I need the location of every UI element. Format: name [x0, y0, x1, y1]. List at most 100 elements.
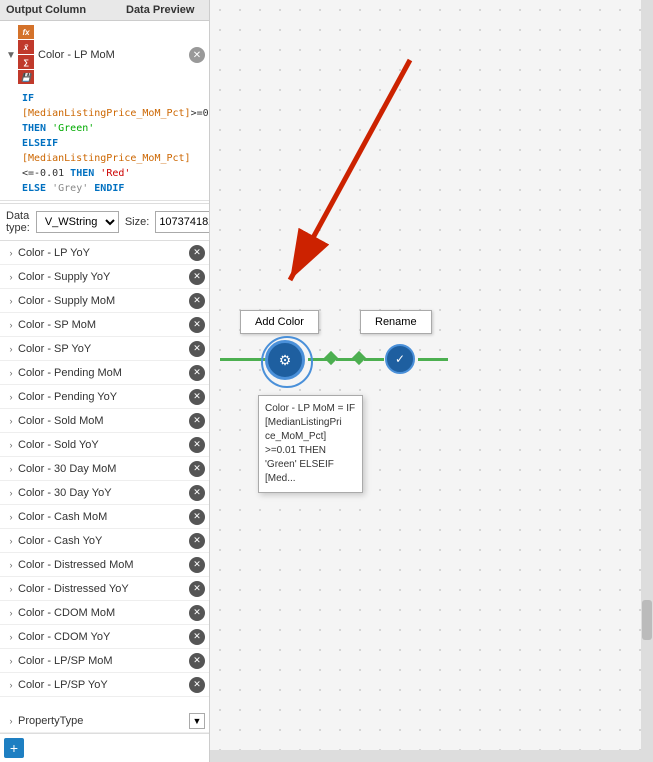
active-field-name: Color - LP MoM: [38, 49, 189, 61]
row-delete-icon[interactable]: ✕: [189, 389, 205, 405]
list-item[interactable]: › Color - CDOM MoM ✕: [0, 601, 209, 625]
list-item[interactable]: › Color - Distressed MoM ✕: [0, 553, 209, 577]
row-chevron-icon: ›: [4, 488, 18, 498]
bottom-scrollbar[interactable]: [210, 750, 641, 762]
list-item[interactable]: › Color - Sold MoM ✕: [0, 409, 209, 433]
list-item[interactable]: › Color - 30 Day YoY ✕: [0, 481, 209, 505]
row-label: Color - Cash YoY: [18, 535, 189, 547]
list-item[interactable]: › Color - SP MoM ✕: [0, 313, 209, 337]
active-row-header: ▼ fx x̄ ∑ 💾 Color - LP MoM ✕: [0, 23, 209, 87]
list-item[interactable]: › Color - SP YoY ✕: [0, 337, 209, 361]
formula-node-icon: ⚙: [279, 352, 292, 369]
list-item[interactable]: › Color - Pending YoY ✕: [0, 385, 209, 409]
list-item[interactable]: › Color - Supply YoY ✕: [0, 265, 209, 289]
row-delete-icon[interactable]: ✕: [189, 629, 205, 645]
list-container: › Color - LP YoY ✕ › Color - Supply YoY …: [0, 241, 209, 709]
row-delete-icon[interactable]: ✕: [189, 341, 205, 357]
row-delete-icon[interactable]: ✕: [189, 485, 205, 501]
scrollbar-thumb[interactable]: [642, 600, 652, 640]
canvas-grid: [210, 0, 653, 762]
row-delete-icon[interactable]: ✕: [189, 245, 205, 261]
row-label: Color - Pending YoY: [18, 391, 189, 403]
row-chevron-icon: ›: [4, 416, 18, 426]
row-label: Color - Distressed MoM: [18, 559, 189, 571]
row-delete-icon[interactable]: ✕: [189, 437, 205, 453]
data-preview-header: Data Preview: [126, 4, 203, 16]
connector-line-mid3: [364, 358, 384, 361]
row-label: Color - LP/SP MoM: [18, 655, 189, 667]
sigma-icon: ∑: [18, 55, 34, 69]
row-label: Color - 30 Day YoY: [18, 487, 189, 499]
list-item[interactable]: › Color - Distressed YoY ✕: [0, 577, 209, 601]
row-delete-icon[interactable]: ✕: [189, 413, 205, 429]
add-row: +: [0, 733, 209, 762]
row-delete-icon[interactable]: ✕: [189, 581, 205, 597]
connector-line-right: [418, 358, 448, 361]
row-label: Color - 30 Day MoM: [18, 463, 189, 475]
list-item[interactable]: › Color - Supply MoM ✕: [0, 289, 209, 313]
formula-icons: fx x̄ ∑ 💾: [18, 25, 36, 85]
row-label: Color - Sold YoY: [18, 439, 189, 451]
output-column-header: Output Column: [6, 4, 126, 16]
list-item[interactable]: › Color - LP/SP MoM ✕: [0, 649, 209, 673]
property-type-dropdown-icon[interactable]: ▼: [189, 713, 205, 729]
row-label: Color - SP MoM: [18, 319, 189, 331]
row-chevron-icon: ›: [4, 608, 18, 618]
row-delete-icon[interactable]: ✕: [189, 293, 205, 309]
property-type-row[interactable]: › PropertyType ▼: [0, 709, 209, 733]
row-chevron-icon: ›: [4, 296, 18, 306]
row-chevron-icon: ›: [4, 680, 18, 690]
row-delete-icon[interactable]: ✕: [189, 653, 205, 669]
list-item[interactable]: › Color - Cash MoM ✕: [0, 505, 209, 529]
datatype-select[interactable]: V_WString WString String Int32 Double: [36, 211, 119, 233]
row-chevron-icon: ›: [4, 512, 18, 522]
check-node[interactable]: ✓: [385, 344, 415, 374]
row-label: Color - CDOM MoM: [18, 607, 189, 619]
datatype-row: Data type: V_WString WString String Int3…: [0, 204, 209, 241]
list-item[interactable]: › Color - CDOM YoY ✕: [0, 625, 209, 649]
chevron-down-icon[interactable]: ▼: [4, 48, 18, 62]
row-delete-icon[interactable]: ✕: [189, 533, 205, 549]
row-delete-icon[interactable]: ✕: [189, 461, 205, 477]
row-chevron-icon: ›: [4, 560, 18, 570]
row-label: Color - SP YoY: [18, 343, 189, 355]
size-label: Size:: [125, 216, 149, 228]
row-chevron-icon: ›: [4, 248, 18, 258]
row-label: Color - Pending MoM: [18, 367, 189, 379]
add-color-button[interactable]: Add Color: [240, 310, 319, 334]
row-delete-icon[interactable]: ✕: [189, 557, 205, 573]
panel-header: Output Column Data Preview: [0, 0, 209, 21]
row-chevron-icon: ›: [4, 392, 18, 402]
rename-button[interactable]: Rename: [360, 310, 432, 334]
fx-icon: fx: [18, 25, 34, 39]
row-label: Color - LP/SP YoY: [18, 679, 189, 691]
list-item[interactable]: › Color - Pending MoM ✕: [0, 361, 209, 385]
size-input[interactable]: [156, 212, 210, 232]
row-delete-icon[interactable]: ✕: [189, 365, 205, 381]
list-item[interactable]: › Color - 30 Day MoM ✕: [0, 457, 209, 481]
active-row-delete-icon[interactable]: ✕: [189, 47, 205, 63]
list-item[interactable]: › Color - Sold YoY ✕: [0, 433, 209, 457]
formula-node[interactable]: ⚙: [265, 340, 305, 380]
list-item[interactable]: › Color - LP/SP YoY ✕: [0, 673, 209, 697]
row-delete-icon[interactable]: ✕: [189, 677, 205, 693]
list-item[interactable]: › Color - LP YoY ✕: [0, 241, 209, 265]
tooltip-text: Color - LP MoM = IF [MedianListingPri ce…: [265, 403, 355, 484]
right-scrollbar[interactable]: [641, 0, 653, 762]
row-delete-icon[interactable]: ✕: [189, 605, 205, 621]
row-delete-icon[interactable]: ✕: [189, 509, 205, 525]
row-delete-icon[interactable]: ✕: [189, 269, 205, 285]
row-chevron-icon: ›: [4, 440, 18, 450]
row-chevron-icon: ›: [4, 320, 18, 330]
x-icon: x̄: [18, 40, 34, 54]
save-icon: 💾: [18, 70, 34, 84]
row-chevron-icon: ›: [4, 368, 18, 378]
row-label: Color - Distressed YoY: [18, 583, 189, 595]
add-column-button[interactable]: +: [4, 738, 24, 758]
size-input-container: ▲ ▼: [155, 211, 210, 233]
row-chevron-icon: ›: [4, 656, 18, 666]
property-type-label: PropertyType: [18, 715, 189, 727]
row-delete-icon[interactable]: ✕: [189, 317, 205, 333]
connector-line-left: [220, 358, 270, 361]
list-item[interactable]: › Color - Cash YoY ✕: [0, 529, 209, 553]
